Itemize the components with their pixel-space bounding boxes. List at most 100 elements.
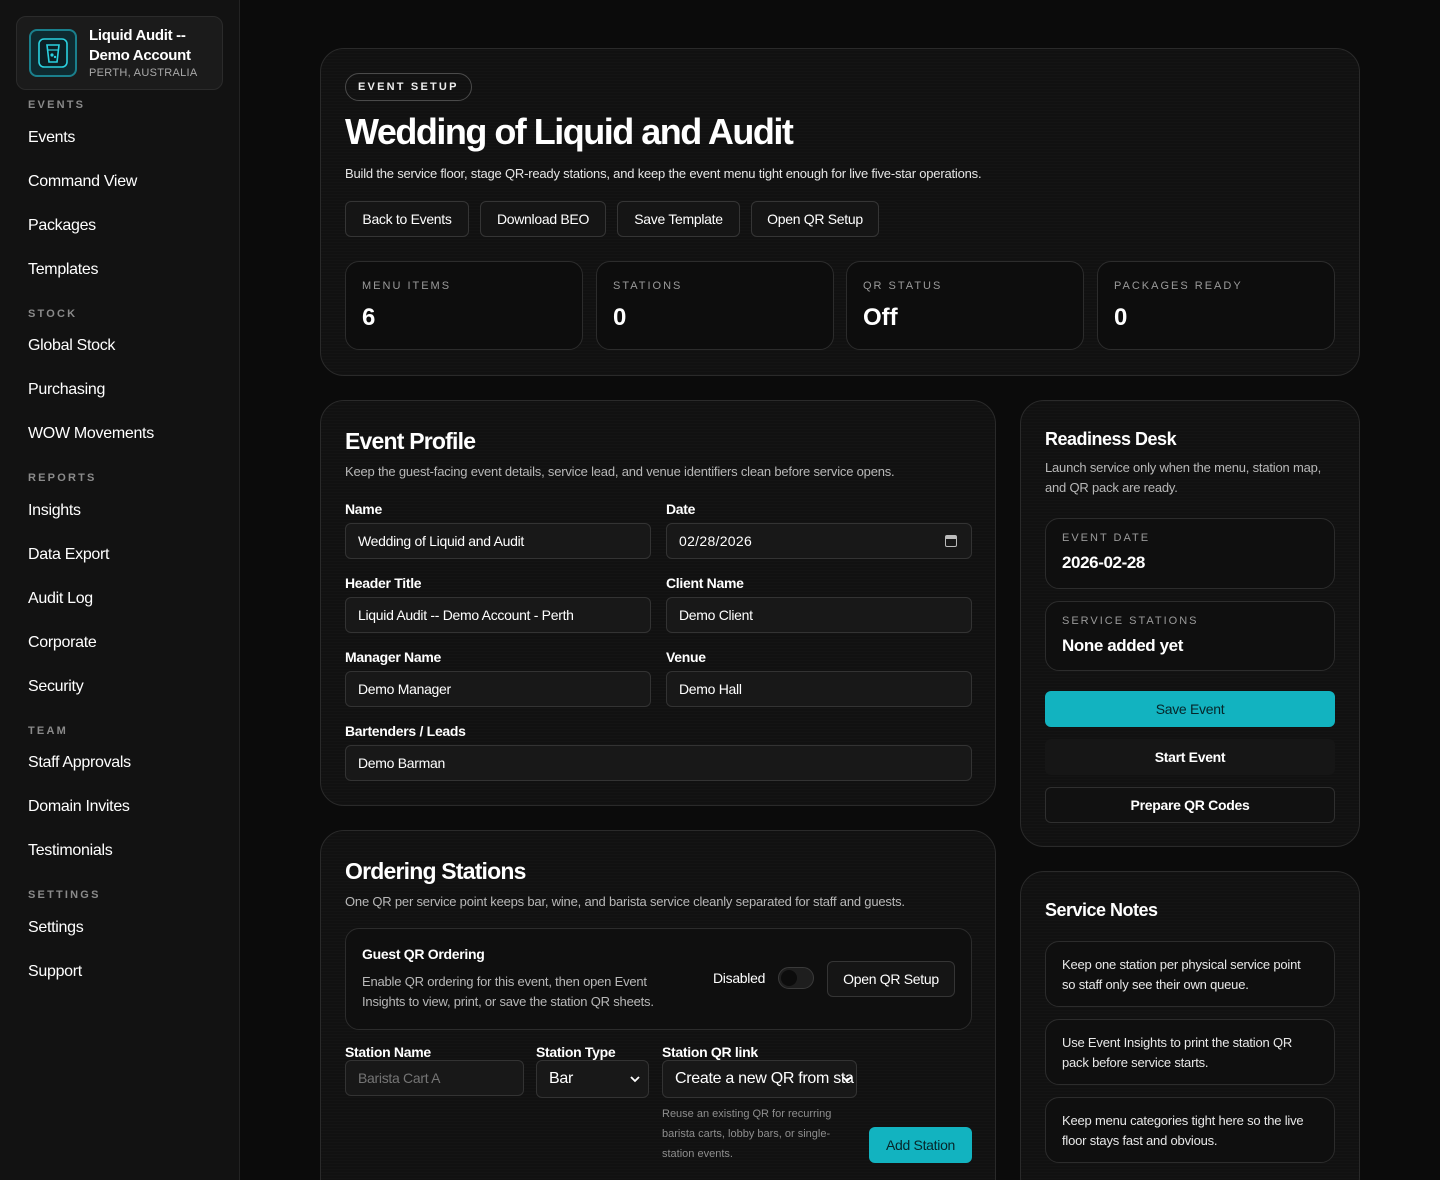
stat-label: MENU ITEMS — [362, 280, 452, 292]
nav-section-stock: STOCK — [28, 308, 78, 320]
sidebar-item-command-view[interactable]: Command View — [28, 173, 137, 191]
nav-section-team: TEAM — [28, 725, 68, 737]
save-event-button[interactable]: Save Event — [1045, 691, 1335, 727]
service-stations-value: None added yet — [1062, 636, 1183, 655]
manager-name-input[interactable]: Demo Manager — [345, 671, 651, 707]
note-line: Use Event Insights to print the station … — [1062, 1035, 1293, 1050]
bartenders-input[interactable]: Demo Barman — [345, 745, 972, 781]
nav-section-events: EVENTS — [28, 99, 86, 111]
sidebar-item-staff-approvals[interactable]: Staff Approvals — [28, 754, 131, 772]
station-name-input[interactable] — [345, 1060, 524, 1096]
sidebar-item-purchasing[interactable]: Purchasing — [28, 381, 105, 399]
prepare-qr-codes-button[interactable]: Prepare QR Codes — [1045, 787, 1335, 823]
event-profile-description: Keep the guest-facing event details, ser… — [345, 464, 895, 479]
sidebar-item-packages[interactable]: Packages — [28, 217, 96, 235]
stat-value: 0 — [613, 304, 627, 331]
note-line: Keep one station per physical service po… — [1062, 957, 1301, 972]
qr-link-help-line: barista carts, lobby bars, or single- — [662, 1128, 831, 1140]
service-note: Use Event Insights to print the station … — [1045, 1019, 1335, 1085]
sidebar-item-data-export[interactable]: Data Export — [28, 546, 109, 564]
calendar-icon[interactable] — [945, 535, 957, 547]
guest-qr-title: Guest QR Ordering — [362, 946, 485, 962]
toggle-knob — [781, 970, 797, 986]
manager-name-label: Manager Name — [345, 649, 441, 665]
ordering-stations-description: One QR per service point keeps bar, wine… — [345, 894, 905, 909]
back-to-events-button[interactable]: Back to Events — [345, 201, 469, 237]
add-station-button[interactable]: Add Station — [869, 1127, 972, 1163]
description-line: and QR pack are ready. — [1045, 480, 1178, 495]
qr-link-help-line: Reuse an existing QR for recurring — [662, 1108, 832, 1120]
station-type-label: Station Type — [536, 1044, 616, 1060]
service-notes-card: Service Notes Keep one station per physi… — [1020, 871, 1360, 1180]
sidebar-item-insights[interactable]: Insights — [28, 502, 81, 520]
event-setup-card: EVENT SETUP Wedding of Liquid and Audit … — [320, 48, 1360, 376]
sidebar-item-events[interactable]: Events — [28, 129, 75, 147]
station-qr-link-value: Create a new QR from sta — [675, 1070, 854, 1087]
sidebar-item-corporate[interactable]: Corporate — [28, 634, 97, 652]
service-stations-label: SERVICE STATIONS — [1062, 615, 1199, 627]
start-event-button[interactable]: Start Event — [1045, 739, 1335, 775]
stat-qr-status: QR STATUS Off — [846, 261, 1084, 350]
chevron-down-icon — [630, 1076, 640, 1083]
sidebar-item-support[interactable]: Support — [28, 963, 82, 981]
note-line: so staff only see their own queue. — [1062, 977, 1249, 992]
qr-link-help-line: station events. — [662, 1148, 733, 1160]
readiness-desk-title: Readiness Desk — [1045, 429, 1177, 449]
stat-menu-items: MENU ITEMS 6 — [345, 261, 583, 350]
account-name: Liquid Audit -- Demo Account — [89, 27, 191, 64]
sidebar: Liquid Audit -- Demo Account PERTH, AUST… — [0, 0, 240, 1180]
event-name-input[interactable]: Wedding of Liquid and Audit — [345, 523, 651, 559]
stat-label: QR STATUS — [863, 280, 943, 292]
station-qr-link-select[interactable]: Create a new QR from sta — [662, 1060, 857, 1098]
event-date-value: 2026-02-28 — [1062, 553, 1145, 572]
page-title: Wedding of Liquid and Audit — [345, 111, 794, 152]
event-profile-title: Event Profile — [345, 428, 476, 454]
nav-section-settings: SETTINGS — [28, 889, 101, 901]
header-title-label: Header Title — [345, 575, 422, 591]
sidebar-item-security[interactable]: Security — [28, 678, 84, 696]
client-name-label: Client Name — [666, 575, 744, 591]
event-date-input[interactable]: 02/28/2026 — [666, 523, 972, 559]
stat-value: Off — [863, 304, 898, 331]
account-location: PERTH, AUSTRALIA — [89, 67, 198, 79]
account-switcher[interactable]: Liquid Audit -- Demo Account PERTH, AUST… — [16, 16, 223, 90]
service-notes-title: Service Notes — [1045, 900, 1158, 920]
chevron-down-icon — [842, 1076, 852, 1083]
qr-ordering-toggle[interactable] — [778, 967, 814, 989]
header-title-input[interactable]: Liquid Audit -- Demo Account - Perth — [345, 597, 651, 633]
ordering-stations-card: Ordering Stations One QR per service poi… — [320, 830, 996, 1180]
note-line: Keep menu categories tight here so the l… — [1062, 1113, 1304, 1128]
qr-toggle-label: Disabled — [713, 970, 766, 986]
station-qr-link-label: Station QR link — [662, 1044, 758, 1060]
readiness-desk-description: Launch service only when the menu, stati… — [1045, 458, 1321, 498]
sidebar-item-domain-invites[interactable]: Domain Invites — [28, 798, 130, 816]
stat-value: 6 — [362, 304, 376, 331]
service-note: Keep one station per physical service po… — [1045, 941, 1335, 1007]
open-qr-setup-button[interactable]: Open QR Setup — [751, 201, 879, 237]
save-template-button[interactable]: Save Template — [617, 201, 740, 237]
client-name-input[interactable]: Demo Client — [666, 597, 972, 633]
sidebar-item-wow-movements[interactable]: WOW Movements — [28, 425, 154, 443]
sidebar-item-testimonials[interactable]: Testimonials — [28, 842, 113, 860]
sidebar-item-global-stock[interactable]: Global Stock — [28, 337, 115, 355]
event-date-box: EVENT DATE 2026-02-28 — [1045, 518, 1335, 589]
event-profile-card: Event Profile Keep the guest-facing even… — [320, 400, 996, 806]
name-label: Name — [345, 501, 382, 517]
event-date-label: EVENT DATE — [1062, 532, 1151, 544]
sidebar-item-templates[interactable]: Templates — [28, 261, 99, 279]
page-description: Build the service floor, stage QR-ready … — [345, 166, 982, 181]
qr-link-help: Reuse an existing QR for recurring baris… — [662, 1104, 831, 1164]
service-note: Keep menu categories tight here so the l… — [1045, 1097, 1335, 1163]
stat-packages-ready: PACKAGES READY 0 — [1097, 261, 1335, 350]
ordering-stations-title: Ordering Stations — [345, 858, 526, 884]
sidebar-item-audit-log[interactable]: Audit Log — [28, 590, 93, 608]
venue-input[interactable]: Demo Hall — [666, 671, 972, 707]
stat-value: 0 — [1114, 304, 1128, 331]
sidebar-item-settings[interactable]: Settings — [28, 919, 84, 937]
date-value: 02/28/2026 — [679, 533, 753, 549]
download-beo-button[interactable]: Download BEO — [480, 201, 606, 237]
nav-section-reports: REPORTS — [28, 472, 97, 484]
guest-qr-open-setup-button[interactable]: Open QR Setup — [827, 961, 955, 997]
guest-qr-desc-2: Insights to view, print, or save the sta… — [362, 994, 654, 1009]
station-type-select[interactable]: Bar — [536, 1060, 649, 1098]
